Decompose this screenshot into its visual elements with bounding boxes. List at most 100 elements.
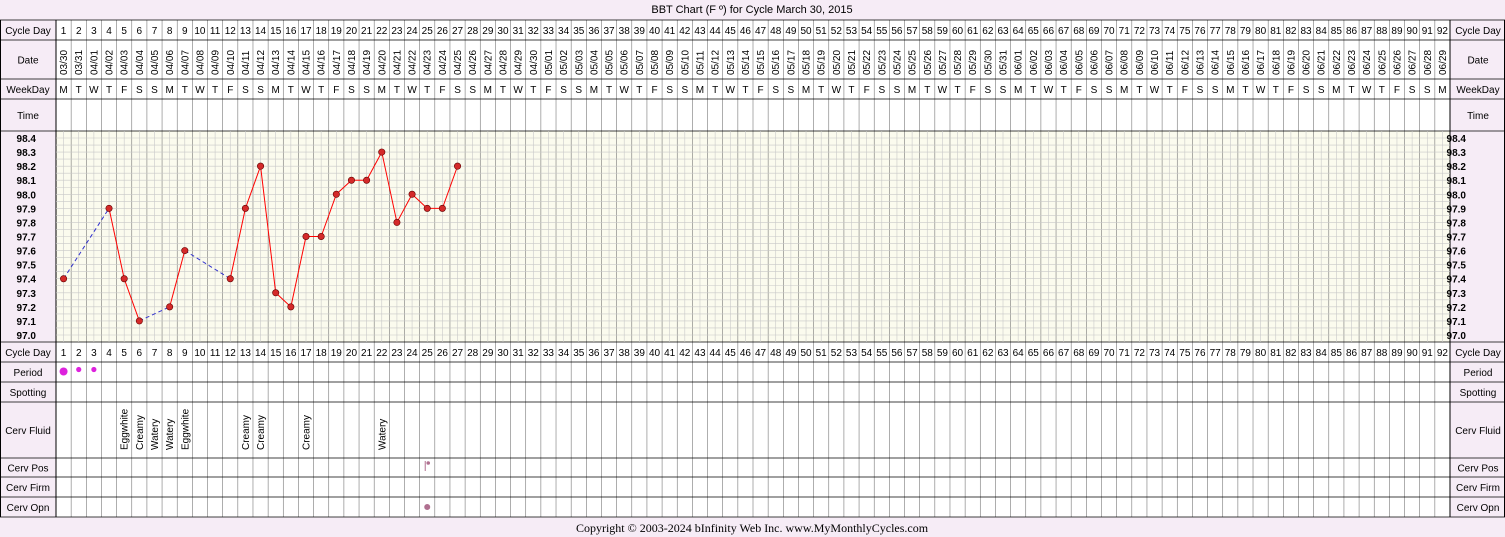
date-label: 06/03 <box>1044 50 1055 75</box>
cycle-day-number-bottom: 73 <box>1149 348 1161 359</box>
label-cycle-day-bottom: Cycle Day <box>5 348 51 359</box>
weekday-label: W <box>195 85 205 96</box>
date-label: 05/27 <box>938 50 949 75</box>
weekday-label: S <box>681 85 688 96</box>
cycle-day-number-bottom: 39 <box>634 348 646 359</box>
label-date-right: Date <box>1467 56 1489 67</box>
label-cycle-day-bottom-right: Cycle Day <box>1455 348 1501 359</box>
date-label: 04/22 <box>408 50 419 75</box>
cycle-day-number: 80 <box>1255 26 1267 37</box>
temp-tick-label: 97.8 <box>17 218 37 229</box>
label-weekday: WeekDay <box>6 85 49 96</box>
cycle-day-number: 50 <box>800 26 812 37</box>
cycle-day-number-bottom: 89 <box>1391 348 1403 359</box>
cycle-day-number: 4 <box>106 26 112 37</box>
cerv-fluid-label: Eggwhite <box>120 408 131 450</box>
cycle-day-number: 72 <box>1134 26 1146 37</box>
date-label: 04/26 <box>468 50 479 75</box>
weekday-label: T <box>818 85 824 96</box>
weekday-label: S <box>985 85 992 96</box>
date-label: 06/17 <box>1256 50 1267 75</box>
weekday-label: M <box>908 85 916 96</box>
temp-point <box>423 204 431 212</box>
cycle-day-number: 19 <box>331 26 343 37</box>
cycle-day-number-bottom: 74 <box>1164 348 1176 359</box>
cerv-pos-dot <box>426 461 431 465</box>
cycle-day-number: 55 <box>876 26 888 37</box>
temp-point <box>332 190 340 198</box>
weekday-label: S <box>1409 85 1416 96</box>
cycle-day-number: 21 <box>361 26 373 37</box>
period-dot <box>59 367 68 376</box>
cycle-day-number-bottom: 61 <box>967 348 979 359</box>
cycle-day-number-bottom: 92 <box>1437 348 1449 359</box>
weekday-label: M <box>272 85 280 96</box>
temp-tick-label-right: 97.8 <box>1447 218 1467 229</box>
cycle-day-number: 37 <box>603 26 615 37</box>
cycle-day-number: 79 <box>1240 26 1252 37</box>
cycle-day-number: 11 <box>210 26 221 37</box>
cycle-day-number-bottom: 43 <box>694 348 706 359</box>
weekday-label: M <box>696 85 704 96</box>
cycle-day-number-bottom: 24 <box>407 348 419 359</box>
date-label: 06/07 <box>1105 50 1116 75</box>
temp-tick-label-right: 98.4 <box>1447 134 1467 145</box>
temp-point <box>226 275 234 283</box>
date-label: 05/02 <box>559 50 570 75</box>
weekday-label: S <box>1303 85 1310 96</box>
date-label: 04/16 <box>317 50 328 75</box>
cycle-day-number: 65 <box>1028 26 1040 37</box>
date-label: 06/29 <box>1438 50 1449 75</box>
weekday-label: W <box>1362 85 1372 96</box>
date-label: 06/13 <box>1195 50 1206 75</box>
bbt-chart: BBT Chart (F º) for Cycle March 30, 2015… <box>0 4 1505 535</box>
cycle-day-number: 33 <box>543 26 555 37</box>
cycle-day-number-bottom: 17 <box>300 348 312 359</box>
weekday-label: T <box>1273 85 1279 96</box>
cycle-day-number: 39 <box>634 26 646 37</box>
cycle-day-number-bottom: 16 <box>285 348 297 359</box>
date-label: 05/22 <box>862 50 873 75</box>
cycle-day-number: 43 <box>694 26 706 37</box>
weekday-label: S <box>1000 85 1007 96</box>
cycle-day-number-bottom: 11 <box>210 348 221 359</box>
cycle-day-number: 36 <box>588 26 600 37</box>
weekday-label: T <box>742 85 748 96</box>
cerv-fluid-label: Creamy <box>135 415 146 450</box>
cycle-day-number-bottom: 68 <box>1073 348 1085 359</box>
weekday-label: M <box>165 85 173 96</box>
cycle-day-number-bottom: 63 <box>997 348 1009 359</box>
weekday-label: F <box>121 85 127 96</box>
date-label: 04/27 <box>483 50 494 75</box>
weekday-label: S <box>454 85 461 96</box>
weekday-label: S <box>1212 85 1219 96</box>
cycle-day-number-bottom: 82 <box>1285 348 1297 359</box>
cycle-day-number-bottom: 88 <box>1376 348 1388 359</box>
weekday-label: M <box>590 85 598 96</box>
date-label: 04/23 <box>423 50 434 75</box>
temp-point <box>135 317 143 325</box>
weekday-label: M <box>1332 85 1340 96</box>
temp-tick-label-right: 97.4 <box>1447 275 1467 286</box>
date-label: 06/01 <box>1014 50 1025 75</box>
temp-tick-label-right: 98.1 <box>1447 176 1467 187</box>
temp-point <box>347 176 355 184</box>
weekday-label: T <box>1061 85 1067 96</box>
cycle-day-number: 18 <box>316 26 328 37</box>
date-label: 03/30 <box>59 50 70 75</box>
weekday-label: T <box>848 85 854 96</box>
date-label: 06/28 <box>1423 50 1434 75</box>
cycle-day-number: 71 <box>1119 26 1131 37</box>
date-label: 06/25 <box>1377 50 1388 75</box>
weekday-label: F <box>864 85 870 96</box>
cycle-day-number-bottom: 19 <box>331 348 343 359</box>
cycle-day-number: 10 <box>194 26 206 37</box>
weekday-label: F <box>545 85 551 96</box>
cycle-day-number-bottom: 52 <box>831 348 843 359</box>
cycle-day-number-bottom: 15 <box>270 348 282 359</box>
cycle-day-number-bottom: 62 <box>982 348 994 359</box>
cerv-opn-dot <box>424 504 431 510</box>
cycle-day-number: 92 <box>1437 26 1449 37</box>
cycle-day-number-bottom: 72 <box>1134 348 1146 359</box>
weekday-label: T <box>606 85 612 96</box>
